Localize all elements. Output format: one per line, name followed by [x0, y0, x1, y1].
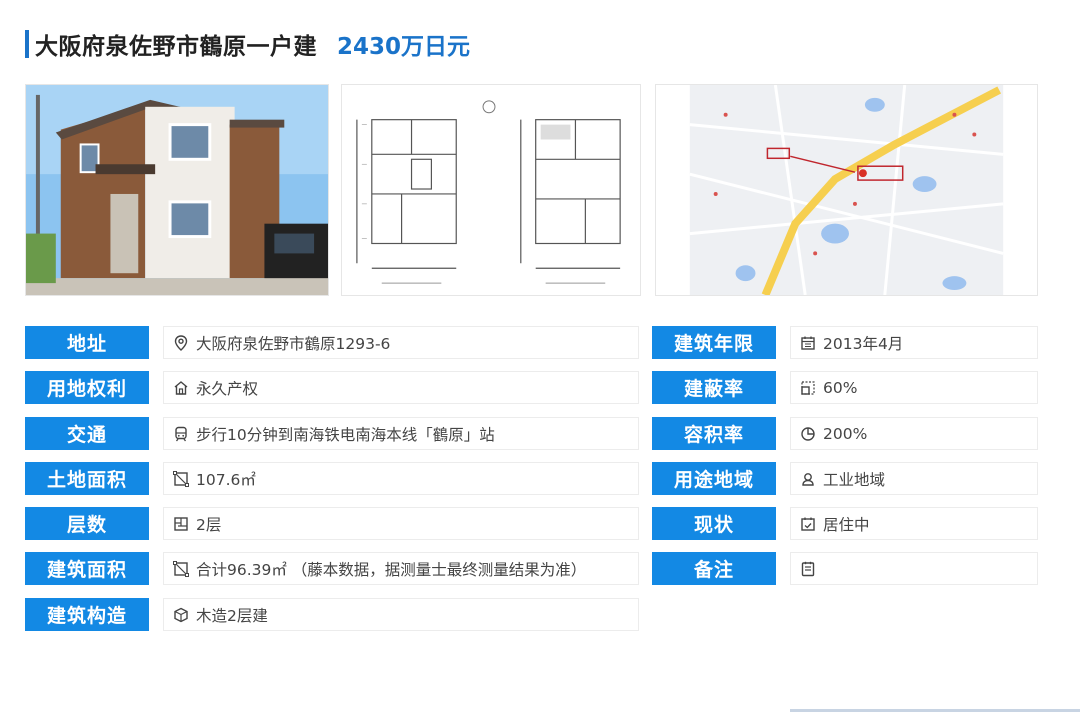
label-land-rights: 用地权利 — [25, 371, 149, 404]
value-text: 木造2层建 — [196, 606, 268, 625]
value-text: 永久产权 — [196, 379, 259, 398]
location-map-image[interactable] — [655, 84, 1038, 296]
ratio-icon — [799, 379, 817, 397]
value-text: 工业地域 — [823, 470, 886, 489]
value-building-area: 合计96.39㎡ （藤本数据，据测量士最终测量结果为准） — [163, 552, 639, 585]
label-notes: 备注 — [652, 552, 776, 585]
label-land-area: 土地面积 — [25, 462, 149, 495]
label-build-year: 建筑年限 — [652, 326, 776, 359]
value-structure: 木造2层建 — [163, 598, 639, 631]
value-build-year: 2013年4月 — [790, 326, 1038, 359]
value-address: 大阪府泉佐野市鶴原1293-6 — [163, 326, 639, 359]
floor-plan-image[interactable] — [341, 84, 641, 296]
listing-header: 大阪府泉佐野市鶴原一户建 2430万日元 — [25, 28, 470, 60]
photo-gallery — [0, 84, 1080, 296]
calendar-icon — [799, 334, 817, 352]
value-text: 107.6㎡ — [196, 470, 256, 489]
value-floor-area-ratio: 200% — [790, 417, 1038, 450]
area-icon — [172, 560, 190, 578]
label-zoning: 用途地域 — [652, 462, 776, 495]
location-pin-icon — [172, 334, 190, 352]
value-land-rights: 永久产权 — [163, 371, 639, 404]
value-land-area: 107.6㎡ — [163, 462, 639, 495]
note-icon — [799, 560, 817, 578]
value-text: 居住中 — [823, 515, 870, 534]
area-icon — [172, 470, 190, 488]
divider — [790, 709, 1080, 712]
pie-icon — [799, 425, 817, 443]
train-icon — [172, 425, 190, 443]
house-exterior-photo[interactable] — [25, 84, 329, 296]
value-text: 合计96.39㎡ （藤本数据，据测量士最终测量结果为准） — [196, 560, 587, 579]
value-text: 2013年4月 — [823, 334, 904, 353]
house-icon — [172, 379, 190, 397]
zone-icon — [799, 470, 817, 488]
value-text: 步行10分钟到南海铁电南海本线「鶴原」站 — [196, 425, 495, 444]
price: 2430万日元 — [337, 34, 471, 60]
value-text: 大阪府泉佐野市鶴原1293-6 — [196, 334, 391, 353]
value-zoning: 工业地域 — [790, 462, 1038, 495]
value-text: 60% — [823, 378, 858, 397]
value-coverage-ratio: 60% — [790, 371, 1038, 404]
status-icon — [799, 515, 817, 533]
label-structure: 建筑构造 — [25, 598, 149, 631]
value-text: 2层 — [196, 515, 222, 534]
label-floor-area-ratio: 容积率 — [652, 417, 776, 450]
title-accent-bar — [25, 30, 29, 58]
value-transport: 步行10分钟到南海铁电南海本线「鶴原」站 — [163, 417, 639, 450]
floors-icon — [172, 515, 190, 533]
label-coverage-ratio: 建蔽率 — [652, 371, 776, 404]
value-status: 居住中 — [790, 507, 1038, 540]
value-floors: 2层 — [163, 507, 639, 540]
value-text: 200% — [823, 424, 868, 443]
label-transport: 交通 — [25, 417, 149, 450]
page-title: 大阪府泉佐野市鶴原一户建 — [35, 34, 317, 60]
label-building-area: 建筑面积 — [25, 552, 149, 585]
label-status: 现状 — [652, 507, 776, 540]
value-notes — [790, 552, 1038, 585]
cube-icon — [172, 606, 190, 624]
label-floors: 层数 — [25, 507, 149, 540]
label-address: 地址 — [25, 326, 149, 359]
